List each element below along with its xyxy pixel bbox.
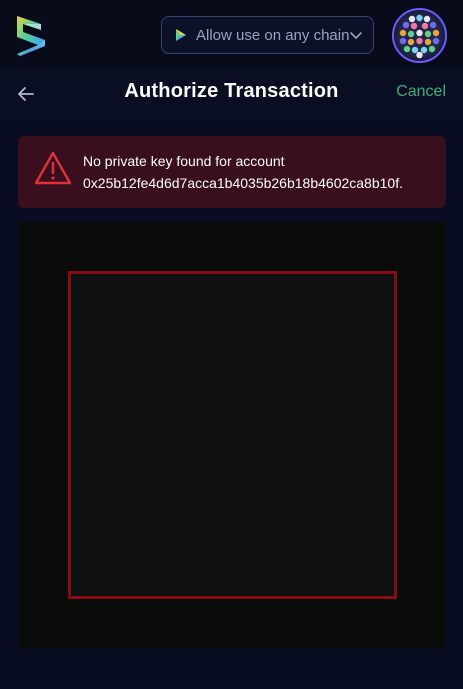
alert-message-line-1: No private key found for account bbox=[83, 153, 285, 169]
network-icon bbox=[174, 28, 188, 42]
camera-scan-area bbox=[18, 222, 446, 648]
chevron-down-icon bbox=[349, 28, 363, 42]
cancel-button[interactable]: Cancel bbox=[396, 83, 446, 101]
scan-frame bbox=[68, 271, 397, 599]
chain-selector[interactable]: Allow use on any chain bbox=[161, 16, 374, 54]
app-window: Allow use on any chain Authorize Transac… bbox=[0, 0, 463, 689]
page-title: Authorize Transaction bbox=[124, 80, 339, 102]
main-content: No private key found for account 0x25b12… bbox=[0, 118, 463, 689]
app-logo-icon[interactable] bbox=[14, 14, 48, 58]
chain-selector-label: Allow use on any chain bbox=[196, 26, 350, 44]
error-alert: No private key found for account 0x25b12… bbox=[18, 136, 446, 208]
account-avatar[interactable] bbox=[392, 8, 447, 63]
page-header: Authorize Transaction Cancel bbox=[0, 70, 463, 118]
warning-icon bbox=[33, 150, 73, 186]
alert-account-address: 0x25b12fe4d6d7acca1b4035b26b18b4602ca8b1… bbox=[83, 175, 403, 191]
top-bar: Allow use on any chain bbox=[0, 0, 463, 70]
alert-message: No private key found for account 0x25b12… bbox=[83, 150, 403, 194]
